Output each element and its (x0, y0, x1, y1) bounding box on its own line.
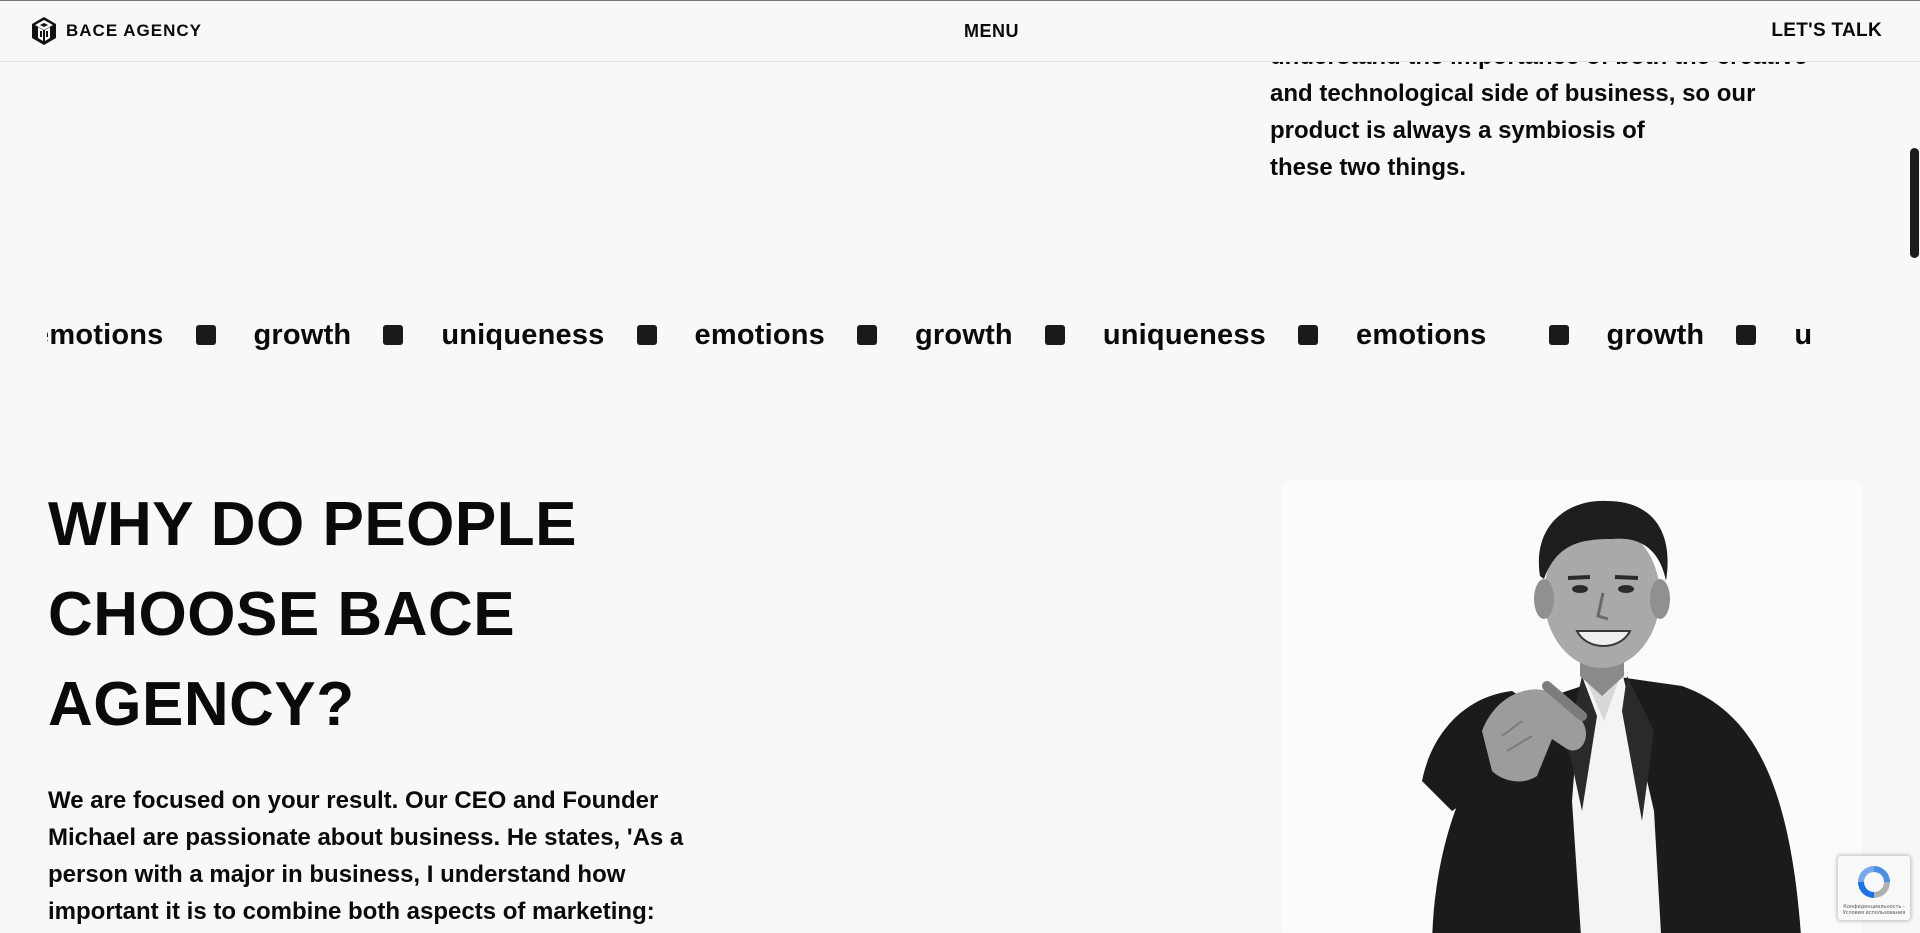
why-body-line: We are focused on your result. Our CEO a… (48, 787, 659, 814)
bace-cube-logo-icon (32, 17, 56, 45)
marquee-word: uniqueness (1102, 318, 1266, 351)
square-separator-icon (1548, 325, 1569, 345)
why-heading: WHY DO PEOPLE CHOOSE BACE AGENCY? (48, 480, 748, 750)
logo-text: BACE AGENCY (66, 21, 202, 40)
why-heading-line: WHY DO PEOPLE (48, 490, 577, 559)
marquee-word: uniqueness (441, 318, 605, 351)
marquee-word: growth (253, 318, 352, 351)
square-separator-icon (383, 325, 404, 345)
square-separator-icon (1044, 325, 1065, 345)
marquee-word: emotions (1356, 318, 1487, 351)
why-body-line: person with a major in business, I under… (48, 861, 626, 888)
square-separator-icon (857, 325, 877, 345)
ceo-photo (1282, 481, 1862, 933)
why-body-line: important it is to combine both aspects … (48, 898, 655, 925)
marquee-track: emotions growth uniqueness emotions grow… (47, 310, 1812, 360)
intro-line: and technological side of business, so o… (1270, 80, 1756, 107)
why-heading-line: CHOOSE BACE (48, 580, 516, 649)
square-separator-icon (195, 325, 216, 345)
why-heading-line: AGENCY? (48, 670, 355, 739)
menu-button[interactable]: MENU (964, 21, 1019, 42)
lets-talk-button[interactable]: LET'S TALK (1771, 20, 1882, 42)
recaptcha-text[interactable]: Конфиденциальность - Условия использован… (1840, 904, 1908, 916)
logo[interactable]: BACE AGENCY (30, 16, 202, 46)
intro-line: these two things. (1270, 154, 1467, 181)
marquee-word: emotions (47, 318, 164, 351)
site-header: BACE AGENCY MENU LET'S TALK (0, 0, 1920, 62)
square-separator-icon (636, 325, 657, 345)
why-body-line: Michael are passionate about business. H… (48, 824, 684, 851)
values-marquee: emotions growth uniqueness emotions grow… (47, 310, 1861, 360)
marquee-word: u (1794, 318, 1813, 351)
marquee-word: growth (1606, 318, 1705, 351)
square-separator-icon (1736, 325, 1757, 345)
page: understand the importance of both the cr… (0, 0, 1920, 933)
square-separator-icon (1298, 325, 1318, 345)
scrollbar-thumb[interactable] (1910, 148, 1919, 258)
why-body-text: We are focused on your result. Our CEO a… (48, 782, 748, 930)
marquee-word: growth (915, 318, 1013, 351)
recaptcha-icon (1858, 866, 1890, 898)
intro-line: product is always a symbiosis of (1270, 117, 1645, 144)
marquee-word: emotions (694, 318, 825, 351)
page-scrollbar[interactable] (1906, 62, 1920, 933)
recaptcha-badge[interactable]: Конфиденциальность - Условия использован… (1838, 856, 1910, 920)
ceo-portrait-illustration (1422, 500, 1801, 933)
